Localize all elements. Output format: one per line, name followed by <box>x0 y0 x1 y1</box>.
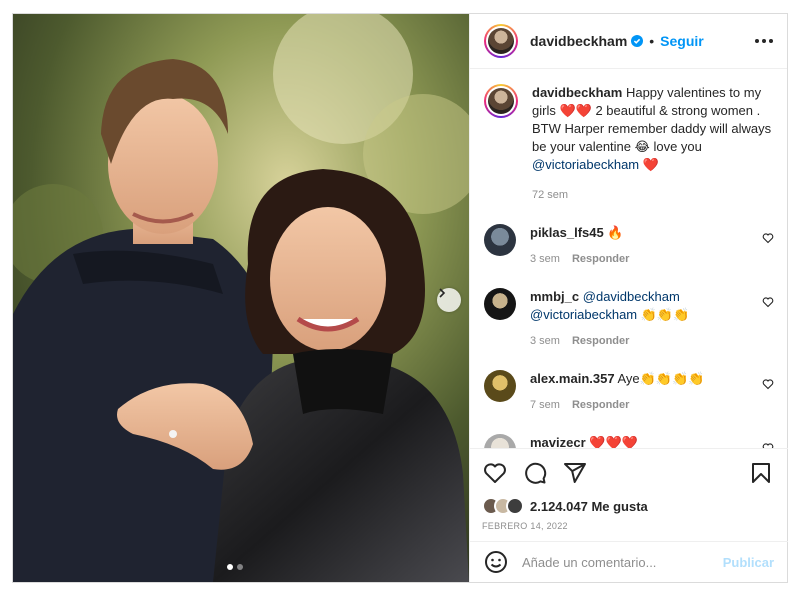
post-date[interactable]: FEBRERO 14, 2022 <box>482 521 778 531</box>
reply-button[interactable]: Responder <box>572 332 629 350</box>
caption-time[interactable]: 72 sem <box>532 186 772 204</box>
comment-icon <box>525 462 547 484</box>
post-actions: 2.124.047 Me gusta FEBRERO 14, 2022 <box>470 448 788 531</box>
bookmark-icon <box>752 463 770 483</box>
caption-username[interactable]: davidbeckham <box>532 85 622 100</box>
comment-heart-icon[interactable] <box>762 378 774 390</box>
comment-username[interactable]: mmbj_c <box>530 289 579 304</box>
caption-hearts-2: ❤️ <box>642 157 659 172</box>
reply-button[interactable]: Responder <box>572 250 629 268</box>
comment-avatar[interactable] <box>484 434 516 448</box>
couple-photo-illustration <box>13 14 469 582</box>
post-side-panel: davidbeckham • Seguir davidbeckham Happy… <box>469 14 788 582</box>
header-separator: • <box>649 33 655 49</box>
post-modal: davidbeckham • Seguir davidbeckham Happy… <box>12 13 788 583</box>
next-photo-button[interactable] <box>437 288 461 312</box>
liker-avatar <box>506 497 524 515</box>
publish-comment-button[interactable]: Publicar <box>723 555 774 570</box>
share-icon <box>564 463 586 483</box>
likes-count[interactable]: 2.124.047 Me gusta <box>530 499 648 514</box>
comment-input[interactable] <box>522 554 712 570</box>
caption-mention[interactable]: @victoriabeckham <box>532 157 639 172</box>
caption-author-avatar[interactable] <box>484 84 518 118</box>
comment-avatar[interactable] <box>484 224 516 256</box>
author-avatar[interactable] <box>484 24 518 58</box>
comment-item: alex.main.357 Aye👏👏👏👏 7 sem Responder <box>484 370 774 414</box>
comment-text: Aye👏👏👏👏 <box>617 371 705 386</box>
comment-item: mavizecr ❤️❤️❤️ <box>484 434 774 448</box>
comment-item: mmbj_c @davidbeckham @victoriabeckham 👏👏… <box>484 288 774 350</box>
carousel-indicator <box>227 564 243 570</box>
like-button[interactable] <box>482 460 508 486</box>
author-username[interactable]: davidbeckham <box>530 33 627 49</box>
comment-text: ❤️❤️❤️ <box>589 435 638 448</box>
carousel-dot <box>237 564 243 570</box>
save-button[interactable] <box>748 460 774 486</box>
post-header: davidbeckham • Seguir <box>470 14 787 69</box>
comment-heart-icon[interactable] <box>762 232 774 244</box>
likes-summary[interactable]: 2.124.047 Me gusta <box>482 497 778 515</box>
comment-item: piklas_lfs45 🔥 3 sem Responder <box>484 224 774 268</box>
caption-hearts-1: ❤️❤️ <box>559 103 592 118</box>
comment-mention[interactable]: @victoriabeckham <box>530 307 637 322</box>
caption-laugh-emoji: 😂 <box>634 139 650 154</box>
post-caption: davidbeckham Happy valentines to my girl… <box>484 84 774 204</box>
verified-badge-icon <box>631 35 644 47</box>
share-button[interactable] <box>562 460 588 486</box>
comments-section[interactable]: davidbeckham Happy valentines to my girl… <box>470 70 788 448</box>
more-options-icon[interactable] <box>749 33 773 49</box>
comment-time[interactable]: 3 sem <box>530 250 560 268</box>
reply-button[interactable]: Responder <box>572 396 629 414</box>
follow-button[interactable]: Seguir <box>660 33 704 49</box>
comment-heart-icon[interactable] <box>762 296 774 308</box>
comment-username[interactable]: piklas_lfs45 <box>530 225 604 240</box>
comment-time[interactable]: 3 sem <box>530 332 560 350</box>
comment-mention[interactable]: @davidbeckham <box>583 289 680 304</box>
comment-username[interactable]: alex.main.357 <box>530 371 615 386</box>
comment-avatar[interactable] <box>484 288 516 320</box>
comment-avatar[interactable] <box>484 370 516 402</box>
caption-body: davidbeckham Happy valentines to my girl… <box>532 84 772 204</box>
comment-text: 👏👏👏 <box>640 307 690 322</box>
heart-icon <box>484 463 506 483</box>
carousel-dot-active <box>227 564 233 570</box>
chevron-right-icon <box>439 288 446 298</box>
comment-username[interactable]: mavizecr <box>530 435 586 448</box>
caption-text-3: love you <box>653 139 702 154</box>
add-comment-bar: Publicar <box>470 541 788 582</box>
comment-button[interactable] <box>522 460 548 486</box>
post-photo[interactable] <box>13 14 469 582</box>
comment-text: 🔥 <box>607 225 624 240</box>
emoji-icon[interactable] <box>484 550 508 574</box>
comment-time[interactable]: 7 sem <box>530 396 560 414</box>
